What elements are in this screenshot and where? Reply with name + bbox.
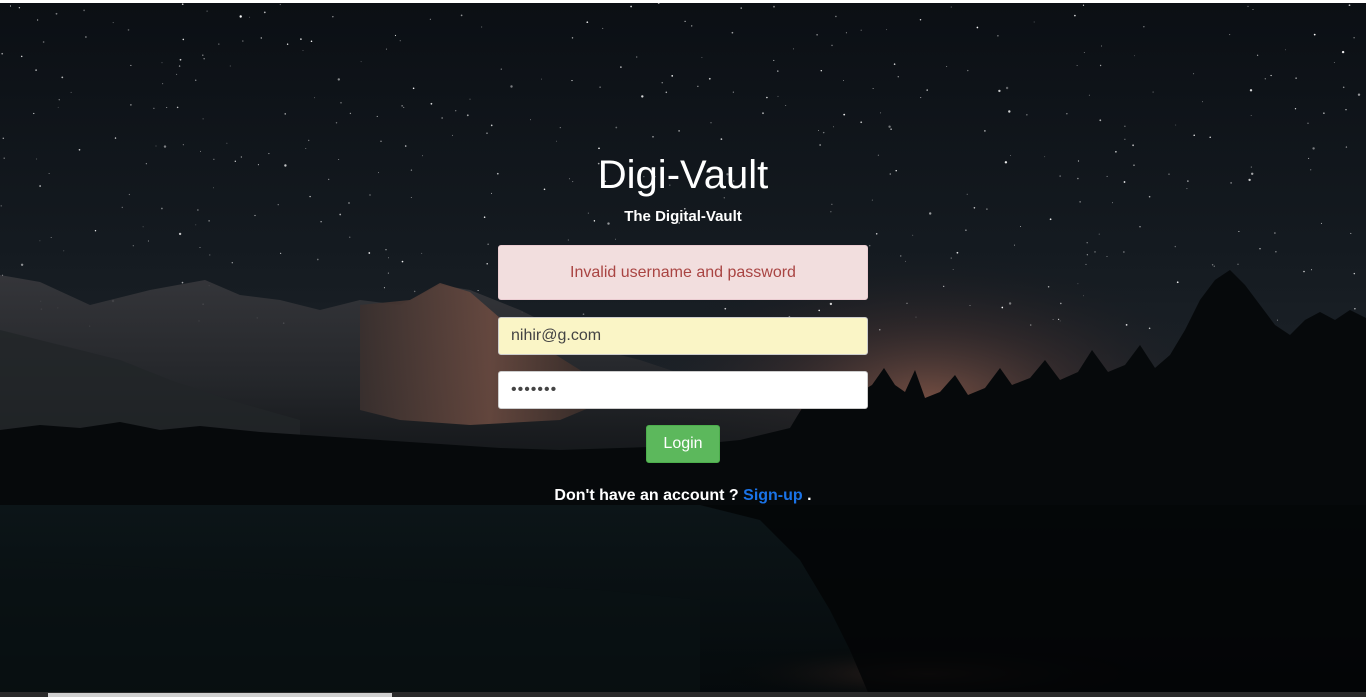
signup-link[interactable]: Sign-up: [743, 487, 803, 504]
window-top-border: [0, 0, 1366, 3]
login-page: Digi-Vault The Digital-Vault Invalid use…: [0, 0, 1366, 697]
signup-prompt-text: Don't have an account ?: [554, 487, 739, 504]
login-button[interactable]: Login: [646, 425, 720, 463]
password-field[interactable]: [498, 371, 868, 409]
error-alert: Invalid username and password: [498, 245, 868, 300]
signup-prompt-line: Don't have an account ? Sign-up .: [0, 486, 1366, 506]
app-title: Digi-Vault: [597, 153, 769, 197]
signup-suffix: .: [807, 487, 812, 504]
app-subtitle: The Digital-Vault: [624, 208, 742, 225]
horizontal-scrollbar-thumb[interactable]: [48, 693, 392, 697]
email-field[interactable]: [498, 317, 868, 355]
